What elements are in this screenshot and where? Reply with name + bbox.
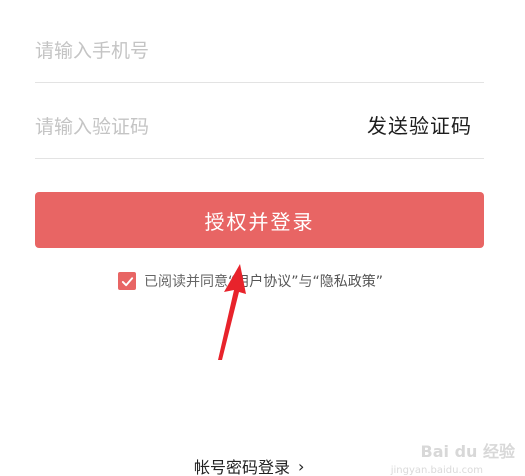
user-agreement-link[interactable]: “用户协议” [228, 271, 299, 291]
code-field-row: 发送验证码 [35, 96, 484, 159]
agreement-prefix: 已阅读并同意 [144, 274, 228, 290]
phone-field-row [35, 20, 484, 83]
agreement-row: 已阅读并同意 “用户协议” 与 “隐私政策” [118, 271, 383, 291]
login-page: 发送验证码 授权并登录 已阅读并同意 “用户协议” 与 “隐私政策” 帐号密码登… [0, 0, 525, 476]
watermark-logo: Bai du 经验 [420, 442, 515, 461]
agreement-text: 已阅读并同意 “用户协议” 与 “隐私政策” [144, 271, 383, 291]
watermark-url: jingyan.baidu.com [390, 465, 483, 476]
chevron-right-icon: › [298, 456, 305, 476]
agreement-connector: 与 [298, 274, 313, 290]
account-login-label: 帐号密码登录 [194, 458, 291, 476]
authorize-login-button[interactable]: 授权并登录 [35, 192, 484, 248]
check-icon [121, 276, 133, 286]
privacy-policy-link[interactable]: “隐私政策” [313, 271, 384, 291]
send-code-button[interactable]: 发送验证码 [367, 110, 472, 139]
phone-input[interactable] [35, 20, 335, 82]
account-password-login-link[interactable]: 帐号密码登录 › [194, 454, 304, 476]
verification-code-input[interactable] [35, 96, 335, 158]
agreement-checkbox[interactable] [118, 272, 136, 290]
